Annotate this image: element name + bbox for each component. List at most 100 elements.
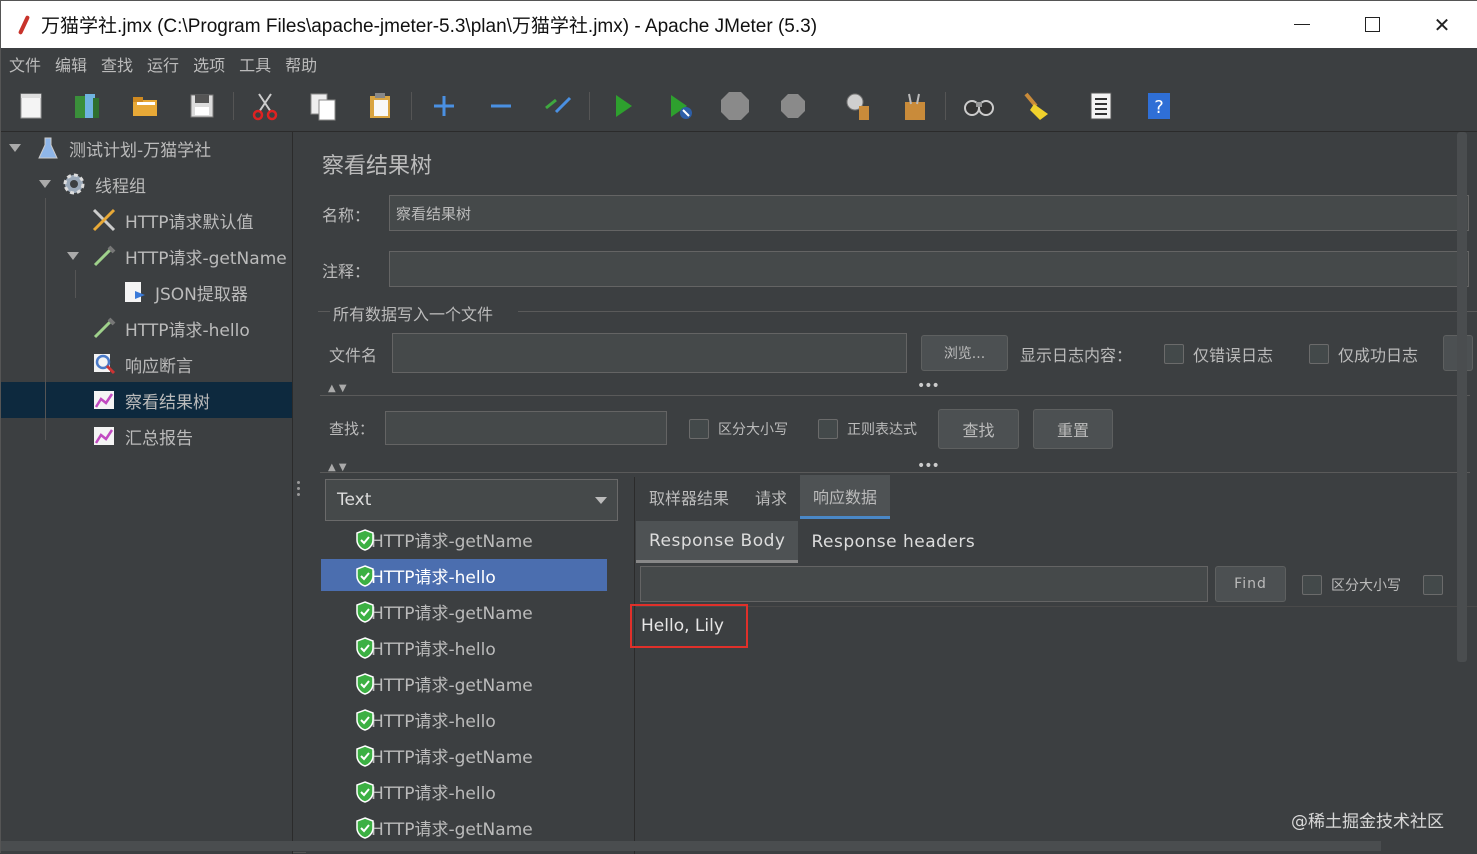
reset-button[interactable]: 重置 [1033, 409, 1113, 449]
divider [320, 472, 1470, 473]
tree-item-http-hello[interactable]: HTTP请求-hello [91, 310, 250, 346]
magnifier-icon [94, 354, 116, 375]
success-shield-icon [356, 781, 374, 803]
expand-arrow-icon[interactable] [39, 180, 51, 188]
success-shield-icon [356, 817, 374, 839]
tree-item-summary-report[interactable]: 汇总报告 [91, 418, 193, 454]
comment-label: 注释： [322, 262, 371, 281]
menu-search[interactable]: 查找 [101, 52, 133, 76]
result-item[interactable]: HTTP请求-getName [321, 595, 607, 627]
success-shield-icon [356, 565, 374, 587]
stop-icon[interactable] [719, 90, 751, 122]
name-label: 名称： [322, 206, 371, 225]
save-icon[interactable] [186, 90, 218, 122]
browse-button[interactable]: 浏览... [921, 335, 1008, 371]
result-item[interactable]: HTTP请求-hello [321, 775, 607, 807]
result-item[interactable]: HTTP请求-hello [321, 631, 607, 663]
result-item[interactable]: HTTP请求-getName [321, 739, 607, 771]
vertical-scrollbar[interactable] [1457, 132, 1467, 662]
tab-request[interactable]: 请求 [742, 475, 800, 519]
tree-item-thread-group[interactable]: 线程组 [39, 166, 146, 202]
result-item[interactable]: HTTP请求-getName [321, 667, 607, 699]
result-item[interactable]: HTTP请求-getName [321, 811, 607, 843]
menu-options[interactable]: 选项 [193, 52, 225, 76]
filename-input[interactable] [392, 333, 907, 373]
case-sensitive-label: 区分大小写 [718, 422, 788, 438]
menu-tools[interactable]: 工具 [239, 52, 271, 76]
tree-item-response-assertion[interactable]: 响应断言 [91, 346, 193, 382]
close-button[interactable]: ✕ [1407, 1, 1477, 48]
expand-arrow-icon[interactable] [9, 144, 21, 152]
tree-item-http-getname[interactable]: HTTP请求-getName [67, 238, 287, 274]
collapse-arrows-icon[interactable]: ▲ ▼ [328, 462, 347, 473]
copy-icon[interactable] [307, 90, 339, 122]
tree-item-json-extractor[interactable]: JSON提取器 [121, 274, 248, 310]
shutdown-icon[interactable] [777, 90, 809, 122]
start-no-pause-icon[interactable] [664, 90, 696, 122]
result-item[interactable]: HTTP请求-hello [321, 559, 607, 591]
help-icon[interactable]: ? [1143, 90, 1175, 122]
result-item-label: HTTP请求-hello [371, 711, 496, 732]
errors-only-checkbox[interactable] [1164, 344, 1184, 364]
clear-icon[interactable] [841, 90, 873, 122]
result-item-label: HTTP请求-getName [371, 531, 533, 552]
search-icon[interactable] [963, 90, 995, 122]
splitter-handle[interactable] [297, 481, 301, 501]
response-find-input[interactable] [640, 566, 1208, 602]
comment-input[interactable] [389, 251, 1469, 287]
function-helper-icon[interactable] [1085, 90, 1117, 122]
response-body-text: Hello, Lily [630, 604, 748, 648]
menu-help[interactable]: 帮助 [285, 52, 317, 76]
drag-handle-icon[interactable]: ••• [917, 378, 940, 394]
menu-file[interactable]: 文件 [9, 52, 41, 76]
regex-checkbox[interactable] [818, 419, 838, 439]
vertical-splitter[interactable] [623, 477, 635, 854]
find-button[interactable]: 查找 [938, 409, 1019, 449]
extractor-icon [125, 282, 145, 302]
panel-heading: 察看结果树 [322, 154, 433, 179]
minimize-button[interactable] [1267, 1, 1337, 48]
drag-handle-icon[interactable]: ••• [917, 458, 940, 474]
menu-edit[interactable]: 编辑 [55, 52, 87, 76]
tree-item-test-plan[interactable]: 测试计划-万猫学社 [9, 130, 211, 166]
case-sensitive-checkbox[interactable] [689, 419, 709, 439]
maximize-button[interactable] [1337, 1, 1407, 48]
menu-run[interactable]: 运行 [147, 52, 179, 76]
file-group-label: 所有数据写入一个文件 [333, 305, 494, 324]
expand-icon[interactable] [428, 90, 460, 122]
tree-item-label: 响应断言 [125, 356, 193, 377]
response-regex-checkbox[interactable] [1423, 575, 1443, 595]
response-find-button[interactable]: Find [1215, 566, 1286, 602]
renderer-select[interactable]: Text [325, 479, 618, 521]
toggle-icon[interactable] [542, 90, 574, 122]
success-only-checkbox[interactable] [1309, 344, 1329, 364]
toolbar-separator [411, 92, 412, 120]
tree-item-view-results-tree[interactable]: 察看结果树 [91, 382, 210, 418]
tab-response-headers[interactable]: Response headers [798, 521, 988, 563]
search-input[interactable] [385, 411, 667, 445]
tab-response-data[interactable]: 响应数据 [800, 475, 891, 519]
response-case-checkbox[interactable] [1302, 575, 1322, 595]
cut-icon[interactable] [249, 90, 281, 122]
success-only-label: 仅成功日志 [1338, 346, 1419, 365]
result-item[interactable]: HTTP请求-hello [321, 703, 607, 735]
collapse-icon[interactable] [485, 90, 517, 122]
paste-icon[interactable] [364, 90, 396, 122]
name-input[interactable]: 察看结果树 [389, 195, 1469, 231]
test-plan-tree: 测试计划-万猫学社 线程组 HTTP请求默认值 HTTP请求-getName J… [1, 132, 293, 854]
tab-response-body[interactable]: Response Body [636, 521, 799, 563]
templates-icon[interactable] [71, 90, 103, 122]
success-shield-icon [356, 601, 374, 623]
horizontal-scrollbar[interactable] [1, 841, 1381, 851]
tree-item-http-defaults[interactable]: HTTP请求默认值 [91, 202, 254, 238]
window-title: 万猫学社.jmx (C:\Program Files\apache-jmeter… [41, 16, 818, 37]
reset-search-icon[interactable] [1020, 90, 1052, 122]
new-icon[interactable] [15, 90, 47, 122]
start-icon[interactable] [607, 90, 639, 122]
tab-sampler-result[interactable]: 取样器结果 [636, 475, 742, 519]
open-icon[interactable] [129, 90, 161, 122]
clear-all-icon[interactable] [899, 90, 931, 122]
result-item[interactable]: HTTP请求-getName [321, 523, 607, 555]
expand-arrow-icon[interactable] [67, 252, 79, 260]
collapse-arrows-icon[interactable]: ▲ ▼ [328, 383, 347, 394]
